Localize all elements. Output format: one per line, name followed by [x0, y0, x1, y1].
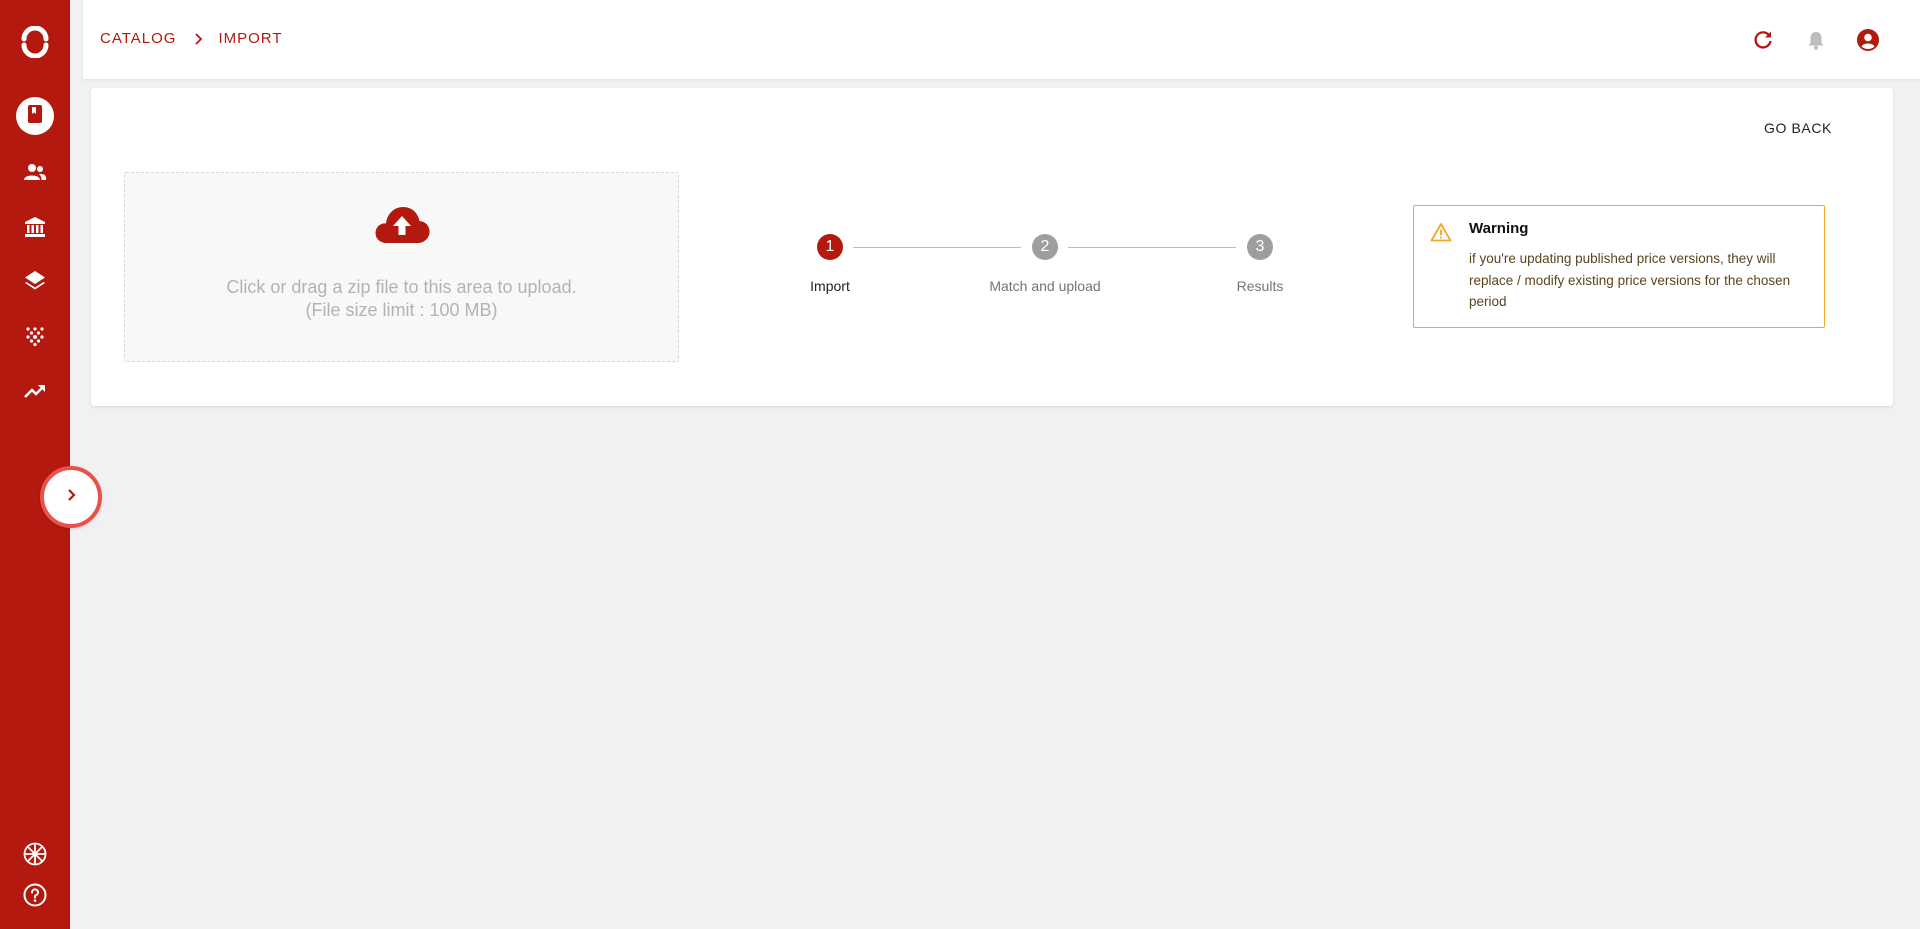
sync-logo-icon[interactable]: [16, 23, 54, 61]
layers-icon: [23, 269, 47, 293]
top-header: CATALOG IMPORT: [83, 0, 1920, 79]
step-2-indicator: 2: [1032, 234, 1058, 260]
book-icon: [24, 103, 46, 130]
breadcrumb: CATALOG IMPORT: [100, 30, 283, 47]
warning-icon: [1430, 222, 1452, 247]
breadcrumb-catalog[interactable]: CATALOG: [100, 30, 176, 47]
chevron-right-icon: [194, 32, 204, 45]
warning-message: if you're updating published price versi…: [1469, 251, 1791, 309]
upload-dropzone[interactable]: Click or drag a zip file to this area to…: [124, 172, 679, 362]
sidebar-item-catalog[interactable]: [16, 97, 54, 135]
chevron-right-icon: [63, 487, 79, 508]
step-3-label: Results: [1236, 278, 1284, 294]
warning-alert: Warning if you're updating published pri…: [1413, 205, 1825, 328]
account-icon[interactable]: [1855, 27, 1881, 53]
expand-sidebar-button[interactable]: [40, 466, 102, 528]
step-1-indicator: 1: [817, 234, 843, 260]
dots-icon: [24, 325, 46, 347]
people-icon: [23, 160, 47, 184]
bell-icon[interactable]: [1803, 27, 1829, 53]
step-2-label: Match and upload: [989, 278, 1101, 294]
step-1-label: Import: [810, 278, 850, 294]
help-icon: [23, 883, 47, 907]
sidebar-item-users[interactable]: [16, 153, 54, 191]
step-connector: [853, 247, 1021, 248]
breadcrumb-import: IMPORT: [218, 30, 283, 47]
sidebar-item-analytics[interactable]: [16, 372, 54, 410]
import-card: GO BACK Click or drag a zip file to this…: [91, 88, 1893, 406]
step-3-indicator: 3: [1247, 234, 1273, 260]
uk-flag-icon: [23, 842, 47, 866]
bank-icon: [23, 215, 47, 239]
cloud-upload-icon: [373, 203, 431, 250]
sidebar-item-layers[interactable]: [16, 262, 54, 300]
upload-size-limit: (File size limit : 100 MB): [305, 300, 498, 320]
sidebar-item-institutions[interactable]: [16, 208, 54, 246]
help-button[interactable]: [16, 876, 54, 914]
trending-up-icon: [23, 379, 47, 403]
go-back-button[interactable]: GO BACK: [1764, 120, 1832, 136]
upload-instruction: Click or drag a zip file to this area to…: [226, 277, 577, 297]
language-button[interactable]: [16, 835, 54, 873]
step-connector: [1068, 247, 1236, 248]
sidebar: [0, 0, 70, 929]
refresh-icon[interactable]: [1750, 27, 1776, 53]
warning-title: Warning: [1469, 220, 1529, 237]
sidebar-item-scatter[interactable]: [16, 317, 54, 355]
